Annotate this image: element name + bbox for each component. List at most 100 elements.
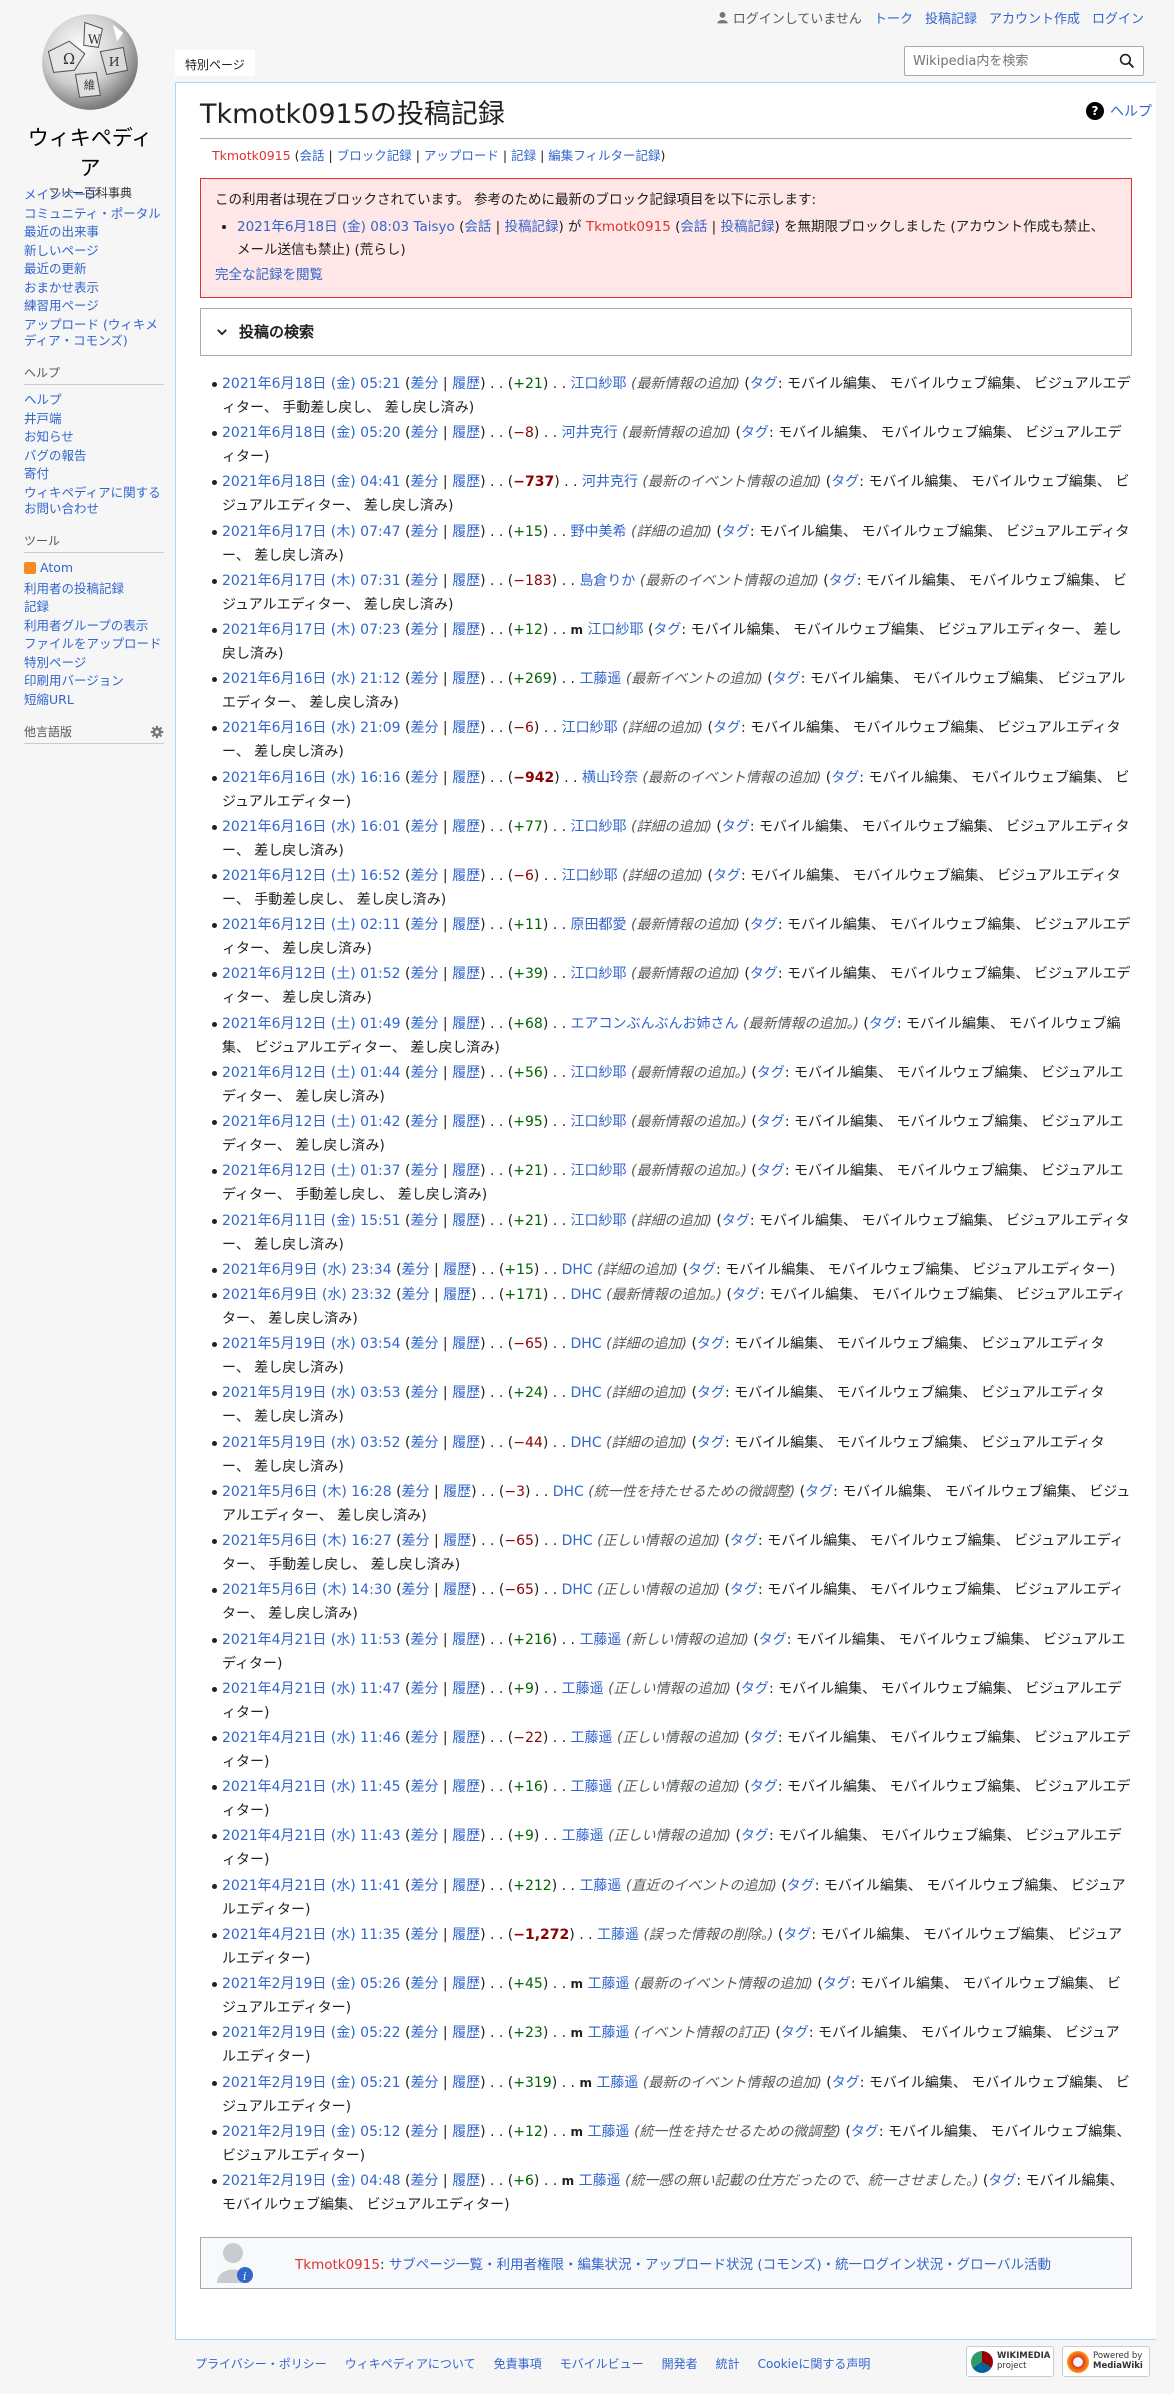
tags-link[interactable]: タグ <box>741 1828 769 1844</box>
history-link[interactable]: 履歴 <box>452 622 480 638</box>
block-log-time-link[interactable]: 2021年6月18日 (金) 08:03 <box>237 219 409 235</box>
page-title-link[interactable]: エアコンぶんぶんお姉さん <box>571 1016 739 1032</box>
page-title-link[interactable]: 野中美希 <box>571 524 627 540</box>
contribution-time-link[interactable]: 2021年6月11日 (金) 15:51 <box>222 1213 401 1229</box>
footer-mobile-link[interactable]: モバイルビュー <box>560 2355 644 2372</box>
page-title-link[interactable]: DHC <box>562 1582 593 1598</box>
block-target-talk-link[interactable]: 会話 <box>680 219 707 235</box>
sidebar-item-village-pump[interactable]: 井戸端 <box>24 411 62 426</box>
tags-link[interactable]: タグ <box>722 1213 750 1229</box>
page-title-link[interactable]: DHC <box>571 1336 602 1352</box>
diff-link[interactable]: 差分 <box>410 1336 438 1352</box>
tags-link[interactable]: タグ <box>823 1976 851 1992</box>
subtitle-talk-link[interactable]: 会話 <box>300 148 325 163</box>
block-target-contribs-link[interactable]: 投稿記録 <box>721 219 775 235</box>
page-title-link[interactable]: DHC <box>571 1435 602 1451</box>
diff-link[interactable]: 差分 <box>410 1828 438 1844</box>
diff-link[interactable]: 差分 <box>410 622 438 638</box>
page-title-link[interactable]: 工藤遥 <box>562 1681 604 1697</box>
contribution-time-link[interactable]: 2021年5月6日 (木) 14:30 <box>222 1582 392 1598</box>
page-title-link[interactable]: 島倉りか <box>579 573 635 589</box>
help-link[interactable]: ? ヘルプ <box>1086 101 1152 121</box>
contribution-time-link[interactable]: 2021年2月19日 (金) 05:12 <box>222 2124 401 2140</box>
page-title-link[interactable]: 工藤遥 <box>579 1878 621 1894</box>
diff-link[interactable]: 差分 <box>402 1484 430 1500</box>
page-title-link[interactable]: 工藤遥 <box>571 1730 613 1746</box>
contribution-time-link[interactable]: 2021年2月19日 (金) 05:22 <box>222 2025 401 2041</box>
tags-link[interactable]: タグ <box>781 2025 809 2041</box>
history-link[interactable]: 履歴 <box>452 1016 480 1032</box>
diff-link[interactable]: 差分 <box>410 2124 438 2140</box>
page-title-link[interactable]: 江口紗耶 <box>571 1163 627 1179</box>
tags-link[interactable]: タグ <box>713 868 741 884</box>
diff-link[interactable]: 差分 <box>402 1262 430 1278</box>
diff-link[interactable]: 差分 <box>402 1582 430 1598</box>
history-link[interactable]: 履歴 <box>443 1533 471 1549</box>
sidebar-item-user-groups[interactable]: 利用者グループの表示 <box>24 618 148 633</box>
diff-link[interactable]: 差分 <box>410 1632 438 1648</box>
block-admin-link[interactable]: Taisyo <box>413 219 454 235</box>
diff-link[interactable]: 差分 <box>410 671 438 687</box>
tags-link[interactable]: タグ <box>653 622 681 638</box>
contribution-time-link[interactable]: 2021年2月19日 (金) 05:26 <box>222 1976 401 1992</box>
history-link[interactable]: 履歴 <box>452 1730 480 1746</box>
diff-link[interactable]: 差分 <box>410 573 438 589</box>
contribution-time-link[interactable]: 2021年6月12日 (土) 01:44 <box>222 1065 401 1081</box>
contribution-time-link[interactable]: 2021年6月16日 (水) 21:12 <box>222 671 401 687</box>
tags-link[interactable]: タグ <box>757 1163 785 1179</box>
search-input[interactable] <box>905 47 1105 75</box>
subtitle-user-link[interactable]: Tkmotk0915 <box>212 148 291 163</box>
diff-link[interactable]: 差分 <box>402 1287 430 1303</box>
history-link[interactable]: 履歴 <box>443 1582 471 1598</box>
contribution-time-link[interactable]: 2021年6月16日 (水) 21:09 <box>222 720 401 736</box>
page-title-link[interactable]: 工藤遥 <box>596 2075 638 2091</box>
sidebar-item-community-portal[interactable]: コミュニティ・ポータル <box>24 206 161 221</box>
footer-privacy-link[interactable]: プライバシー・ポリシー <box>195 2355 327 2372</box>
page-title-link[interactable]: 工藤遥 <box>579 1632 621 1648</box>
diff-link[interactable]: 差分 <box>410 917 438 933</box>
diff-link[interactable]: 差分 <box>410 1114 438 1130</box>
contribution-time-link[interactable]: 2021年2月19日 (金) 05:21 <box>222 2075 401 2091</box>
sidebar-item-current-events[interactable]: 最近の出来事 <box>24 224 99 239</box>
history-link[interactable]: 履歴 <box>452 1681 480 1697</box>
history-link[interactable]: 履歴 <box>452 1163 480 1179</box>
tab-special-page[interactable]: 特別ページ <box>175 50 255 76</box>
history-link[interactable]: 履歴 <box>452 1065 480 1081</box>
sidebar-item-short-url[interactable]: 短縮URL <box>24 692 74 707</box>
tags-link[interactable]: タグ <box>783 1927 811 1943</box>
page-title-link[interactable]: 江口紗耶 <box>571 1114 627 1130</box>
contribution-time-link[interactable]: 2021年6月12日 (土) 01:52 <box>222 966 401 982</box>
full-log-link[interactable]: 完全な記録を閲覧 <box>215 267 323 283</box>
footer-about-link[interactable]: ウィキペディアについて <box>345 2355 476 2372</box>
page-title-link[interactable]: 江口紗耶 <box>571 966 627 982</box>
footer-stats-link[interactable]: 統計 <box>716 2355 740 2372</box>
subtitle-block-log-link[interactable]: ブロック記録 <box>337 148 412 163</box>
contribution-time-link[interactable]: 2021年6月12日 (土) 01:37 <box>222 1163 401 1179</box>
contribution-time-link[interactable]: 2021年5月6日 (木) 16:28 <box>222 1484 392 1500</box>
diff-link[interactable]: 差分 <box>410 1681 438 1697</box>
page-title-link[interactable]: 工藤遥 <box>588 1976 630 1992</box>
tags-link[interactable]: タグ <box>741 425 769 441</box>
page-title-link[interactable]: 工藤遥 <box>562 1828 604 1844</box>
block-admin-contribs-link[interactable]: 投稿記録 <box>504 219 558 235</box>
contribution-time-link[interactable]: 2021年2月19日 (金) 04:48 <box>222 2173 401 2189</box>
tags-link[interactable]: タグ <box>757 1065 785 1081</box>
contribution-time-link[interactable]: 2021年6月18日 (金) 04:41 <box>222 474 401 490</box>
tags-link[interactable]: タグ <box>829 573 857 589</box>
tags-link[interactable]: タグ <box>730 1533 758 1549</box>
sidebar-item-new-pages[interactable]: 新しいページ <box>24 243 99 258</box>
history-link[interactable]: 履歴 <box>452 966 480 982</box>
page-title-link[interactable]: 河井克行 <box>582 474 638 490</box>
page-title-link[interactable]: 工藤遥 <box>579 2173 621 2189</box>
footer-disclaimer-link[interactable]: 免責事項 <box>494 2355 542 2372</box>
tags-link[interactable]: タグ <box>750 966 778 982</box>
contribution-time-link[interactable]: 2021年5月19日 (水) 03:53 <box>222 1385 401 1401</box>
contribution-time-link[interactable]: 2021年6月17日 (木) 07:31 <box>222 573 401 589</box>
history-link[interactable]: 履歴 <box>452 2025 480 2041</box>
sidebar-item-atom[interactable]: Atom <box>24 560 73 576</box>
tags-link[interactable]: タグ <box>750 1779 778 1795</box>
subtitle-logs-link[interactable]: 記録 <box>511 148 536 163</box>
contribution-time-link[interactable]: 2021年6月12日 (土) 02:11 <box>222 917 401 933</box>
history-link[interactable]: 履歴 <box>452 1114 480 1130</box>
history-link[interactable]: 履歴 <box>452 770 480 786</box>
